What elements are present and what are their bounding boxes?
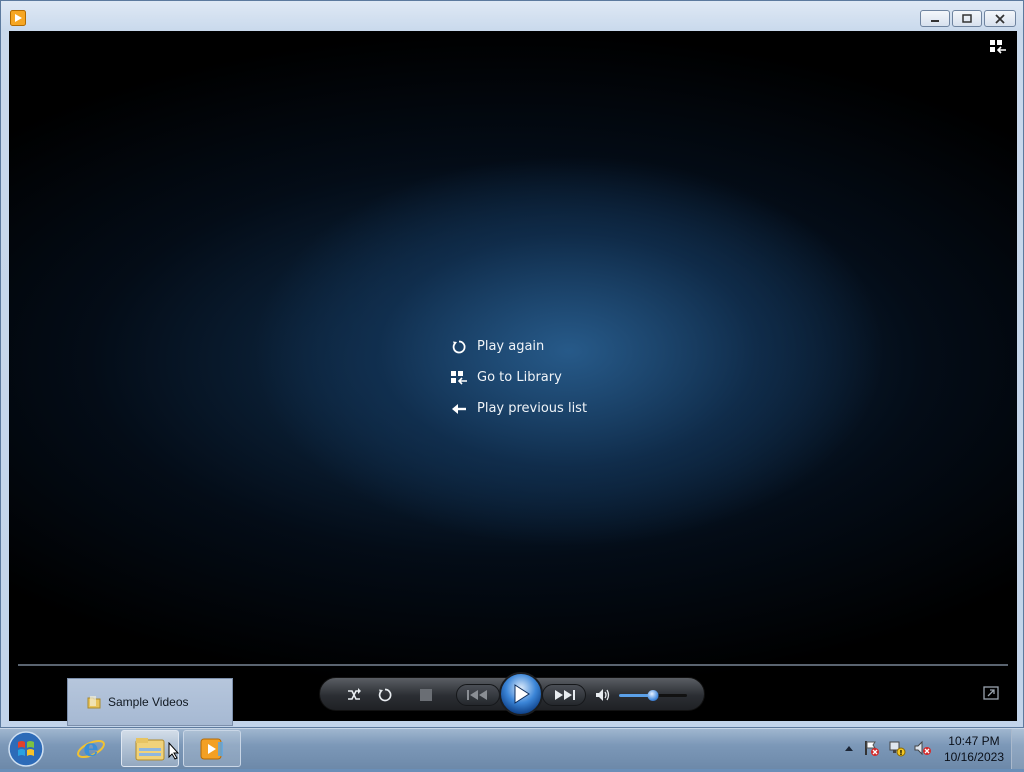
network-icon[interactable]: ! (888, 739, 906, 757)
minimize-button[interactable] (920, 10, 950, 27)
repeat-icon (378, 688, 392, 702)
seek-bar[interactable] (18, 664, 1008, 666)
mute-button[interactable] (593, 685, 613, 705)
next-icon (555, 690, 575, 700)
show-desktop-button[interactable] (1011, 729, 1024, 769)
end-of-playback-menu: Play again Go to Library Play previous l… (449, 331, 587, 424)
play-again-label: Play again (477, 339, 545, 354)
restore-button[interactable] (952, 10, 982, 27)
play-again-option[interactable]: Play again (449, 331, 587, 362)
taskbar-media-player[interactable] (183, 730, 241, 767)
play-icon (514, 684, 530, 704)
media-player-window: Play again Go to Library Play previous l… (0, 0, 1024, 728)
clock-time: 10:47 PM (948, 734, 1000, 748)
switch-to-library-icon[interactable] (989, 39, 1007, 55)
taskbar-thumbnail-popup[interactable]: Sample Videos (67, 678, 233, 726)
action-center-flag-icon[interactable] (862, 739, 880, 757)
play-previous-list-option[interactable]: Play previous list (449, 393, 587, 424)
internet-explorer-icon: e (77, 733, 105, 762)
svg-text:e: e (83, 733, 98, 762)
clock-date: 10/16/2023 (943, 750, 1004, 764)
title-bar[interactable] (1, 1, 1023, 31)
shuffle-icon (348, 688, 361, 700)
volume-slider[interactable] (619, 690, 687, 701)
close-icon (995, 13, 1005, 24)
start-button[interactable] (6, 730, 46, 768)
clock[interactable]: 10:47 PM 10/16/2023 (944, 733, 1004, 765)
volume-thumb[interactable] (647, 690, 659, 701)
switch-to-now-playing-icon[interactable] (983, 686, 999, 700)
restore-icon (962, 13, 972, 23)
speaker-icon (596, 689, 610, 701)
stop-icon (420, 689, 432, 701)
show-hidden-icons-arrow-icon[interactable] (844, 744, 854, 752)
play-previous-list-label: Play previous list (477, 401, 588, 416)
media-player-app-icon[interactable] (10, 10, 26, 26)
play-button[interactable] (499, 672, 543, 716)
go-to-library-option[interactable]: Go to Library (449, 362, 587, 393)
taskbar: e ! 10:47 PM 10/16/2023 (0, 728, 1024, 769)
taskbar-windows-explorer[interactable] (121, 730, 180, 767)
back-arrow-icon (449, 399, 469, 419)
svg-text:!: ! (899, 749, 902, 757)
minimize-icon (931, 19, 939, 22)
previous-icon (467, 690, 487, 700)
stop-button[interactable] (416, 685, 436, 705)
previous-button[interactable] (456, 684, 500, 706)
windows-logo-icon (8, 731, 44, 767)
repeat-button[interactable] (375, 685, 395, 705)
close-button[interactable] (984, 10, 1016, 27)
system-tray: ! (844, 739, 932, 757)
taskbar-internet-explorer[interactable]: e (62, 730, 120, 767)
replay-icon (449, 337, 469, 357)
video-area[interactable]: Play again Go to Library Play previous l… (9, 31, 1017, 721)
library-icon (449, 368, 469, 388)
next-button[interactable] (542, 684, 586, 706)
shuffle-button[interactable] (344, 685, 364, 705)
popup-label: Sample Videos (108, 695, 189, 709)
mouse-cursor-icon (168, 742, 180, 760)
go-to-library-label: Go to Library (477, 370, 562, 385)
file-explorer-icon (135, 737, 165, 760)
media-player-icon (200, 738, 223, 759)
folder-icon (87, 696, 101, 709)
volume-muted-icon[interactable] (914, 739, 932, 757)
playback-controls (319, 672, 705, 716)
